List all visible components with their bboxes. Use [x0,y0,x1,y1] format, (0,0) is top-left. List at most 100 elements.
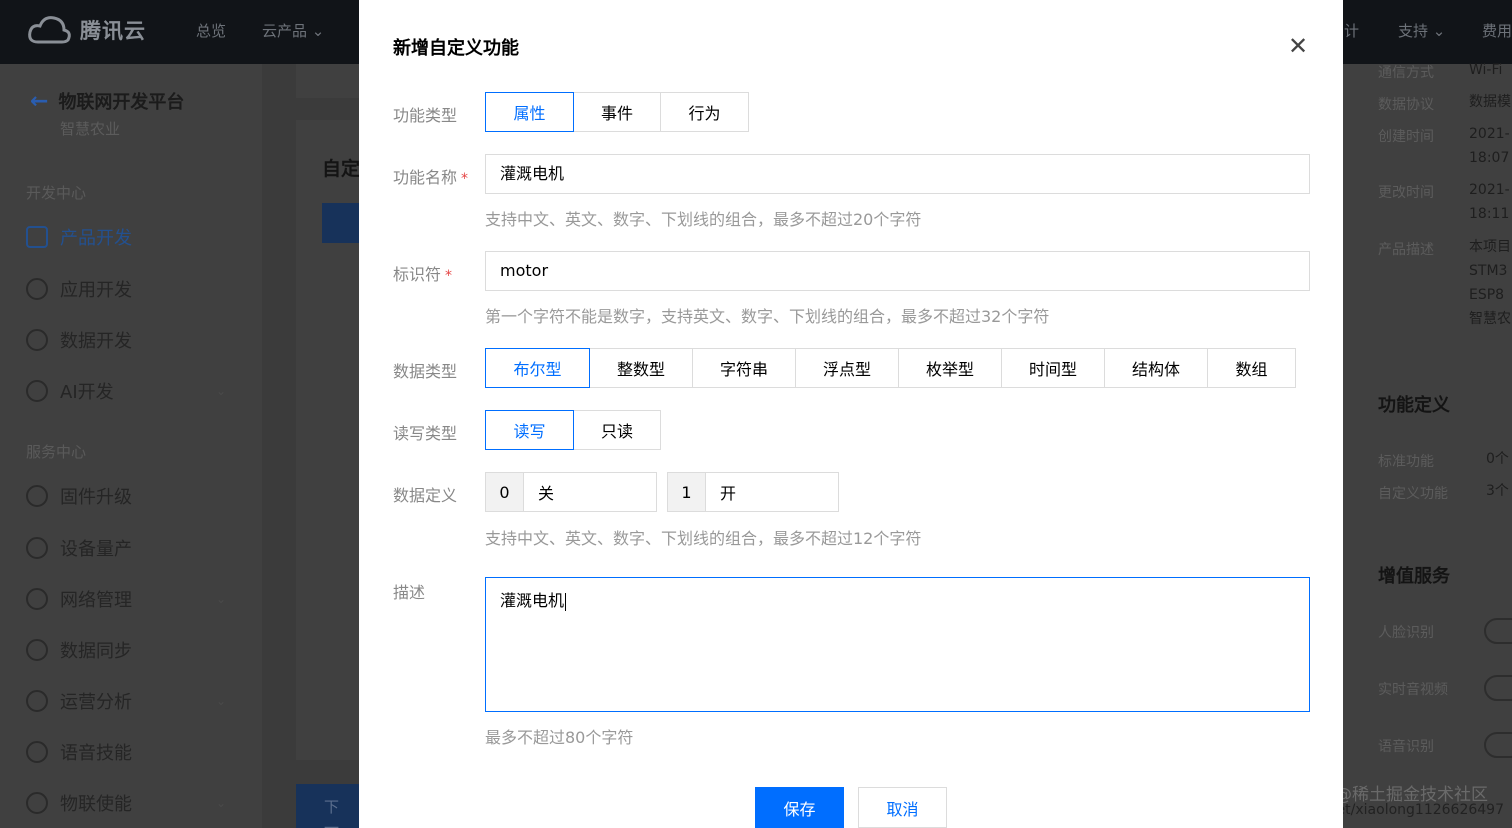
cloud-logo-icon [26,14,72,46]
platform-header: ← 物联网开发平台 [30,88,184,114]
text-caret [565,592,567,611]
info-value: 2021- 18:11 [1469,182,1510,222]
vas-toggle[interactable] [1484,618,1512,644]
sidebar-item-network[interactable]: 网络管理 ⌄ [26,586,226,612]
identifier-label: 标识符 * [393,261,452,285]
sidebar-item-product-dev[interactable]: 产品开发 [26,224,226,250]
cancel-button[interactable]: 取消 [858,787,947,828]
chip-icon [26,226,48,248]
tencent-cloud-logo[interactable]: 腾讯云 [26,14,146,46]
vas-toggle[interactable] [1484,732,1512,758]
value-added-heading: 增值服务 [1378,566,1450,587]
sidebar-item-app-dev[interactable]: 应用开发 [26,276,226,302]
vas-label: 人脸识别 [1378,625,1434,641]
data-def-key: 1 [668,473,706,511]
data-type-array[interactable]: 数组 [1207,348,1296,388]
info-value: 本项目 STM3 ESP8 智慧农 [1469,239,1511,327]
close-icon[interactable]: ✕ [1288,34,1308,58]
data-def-label: 数据定义 [393,486,458,505]
sidebar-item-firmware[interactable]: 固件升级 [26,483,226,509]
data-type-struct[interactable]: 结构体 [1104,348,1208,388]
identifier-hint: 第一个字符不能是数字，支持英文、数字、下划线的组合，最多不超过32个字符 [485,307,1050,326]
sidebar-item-analytics[interactable]: 运营分析 ⌄ [26,688,226,714]
network-icon [26,588,48,610]
desc-textarea[interactable]: 灌溉电机 [485,577,1310,712]
sidebar-item-data-dev[interactable]: 数据开发 [26,327,226,353]
info-value: 2021- 18:07 [1469,126,1510,166]
vas-label: 语音识别 [1378,739,1434,755]
data-def-hint: 支持中文、英文、数字、下划线的组合，最多不超过12个字符 [485,529,922,548]
func-type-action[interactable]: 行为 [660,92,749,132]
info-value: Wi-Fi [1469,62,1503,78]
chevron-down-icon: ⌄ [215,796,226,810]
sidebar-item-label: 运营分析 [60,692,132,713]
data-icon [26,329,48,351]
func-label: 自定义功能 [1378,486,1448,502]
rw-type-selector: 读写 只读 [485,410,661,450]
section-service-center: 服务中心 [26,443,87,461]
analytics-icon [26,690,48,712]
chevron-down-icon: ⌄ [215,384,226,398]
save-button[interactable]: 保存 [755,787,844,828]
sidebar-item-label: 数据同步 [60,641,132,662]
info-label: 更改时间 [1378,185,1434,201]
rw-read-only[interactable]: 只读 [573,410,661,450]
section-dev-center: 开发中心 [26,184,87,202]
sidebar-item-iot-enable[interactable]: 物联使能 ⌄ [26,790,226,816]
rw-read-write[interactable]: 读写 [485,410,574,450]
back-arrow-icon[interactable]: ← [30,89,48,114]
app-icon [26,278,48,300]
data-def-value-input[interactable]: 关 [524,473,656,511]
func-def-heading: 功能定义 [1378,395,1450,416]
func-type-event[interactable]: 事件 [573,92,661,132]
sidebar-item-label: 数据开发 [60,331,132,352]
chevron-down-icon: ⌄ [215,592,226,606]
sync-icon [26,639,48,661]
info-label: 创建时间 [1378,129,1434,145]
vas-label: 实时音视频 [1378,682,1448,698]
sidebar-item-label: 物联使能 [60,794,132,815]
sidebar-item-production[interactable]: 设备量产 [26,535,226,561]
data-type-float[interactable]: 浮点型 [795,348,899,388]
data-type-string[interactable]: 字符串 [692,348,796,388]
nav-products[interactable]: 云产品 ⌄ [262,20,324,41]
project-name: 智慧农业 [60,120,121,138]
data-type-int[interactable]: 整数型 [589,348,693,388]
data-type-bool[interactable]: 布尔型 [485,348,590,388]
func-name-label-text: 功能名称 [393,168,458,187]
func-type-selector: 属性 事件 行为 [485,92,749,132]
func-name-input[interactable]: 灌溉电机 [485,154,1310,194]
desc-text: 灌溉电机 [500,591,565,610]
next-step-button[interactable]: 下一 [296,784,360,828]
info-label: 通信方式 [1378,65,1434,81]
info-value: 数据模 [1469,94,1511,110]
sidebar-item-ai-dev[interactable]: AI开发 ⌄ [26,378,226,404]
add-custom-function-dialog: 新增自定义功能 ✕ 功能类型 属性 事件 行为 功能名称 * 灌溉电机 支持中文、… [359,0,1343,828]
bg-section-heading: 自定 [322,158,361,180]
data-def-false: 0 关 [485,472,657,512]
sidebar-item-voice[interactable]: 语音技能 [26,739,226,765]
func-value: 3个 [1486,483,1509,499]
vas-toggle[interactable] [1484,675,1512,701]
data-def-value-input[interactable]: 开 [706,473,838,511]
sidebar-item-label: 网络管理 [60,590,132,611]
identifier-label-text: 标识符 [393,265,442,284]
nav-support[interactable]: 支持 ⌄ [1398,20,1445,41]
sidebar-item-data-sync[interactable]: 数据同步 [26,637,226,663]
nav-partial[interactable]: 计 [1344,20,1359,41]
sidebar-item-label: 应用开发 [60,280,132,301]
enable-icon [26,792,48,814]
func-name-label: 功能名称 * [393,164,468,188]
data-type-time[interactable]: 时间型 [1001,348,1105,388]
func-name-hint: 支持中文、英文、数字、下划线的组合，最多不超过20个字符 [485,210,922,229]
bg-add-button[interactable] [322,203,362,243]
func-type-property[interactable]: 属性 [485,92,574,132]
nav-overview[interactable]: 总览 [196,20,226,41]
sidebar-item-label: 语音技能 [60,743,132,764]
data-type-enum[interactable]: 枚举型 [898,348,1002,388]
identifier-input[interactable]: motor [485,251,1310,291]
data-type-selector: 布尔型 整数型 字符串 浮点型 枚举型 时间型 结构体 数组 [485,348,1296,388]
func-value: 0个 [1486,451,1509,467]
nav-billing[interactable]: 费用 [1482,20,1512,41]
sidebar-item-label: 设备量产 [60,539,132,560]
